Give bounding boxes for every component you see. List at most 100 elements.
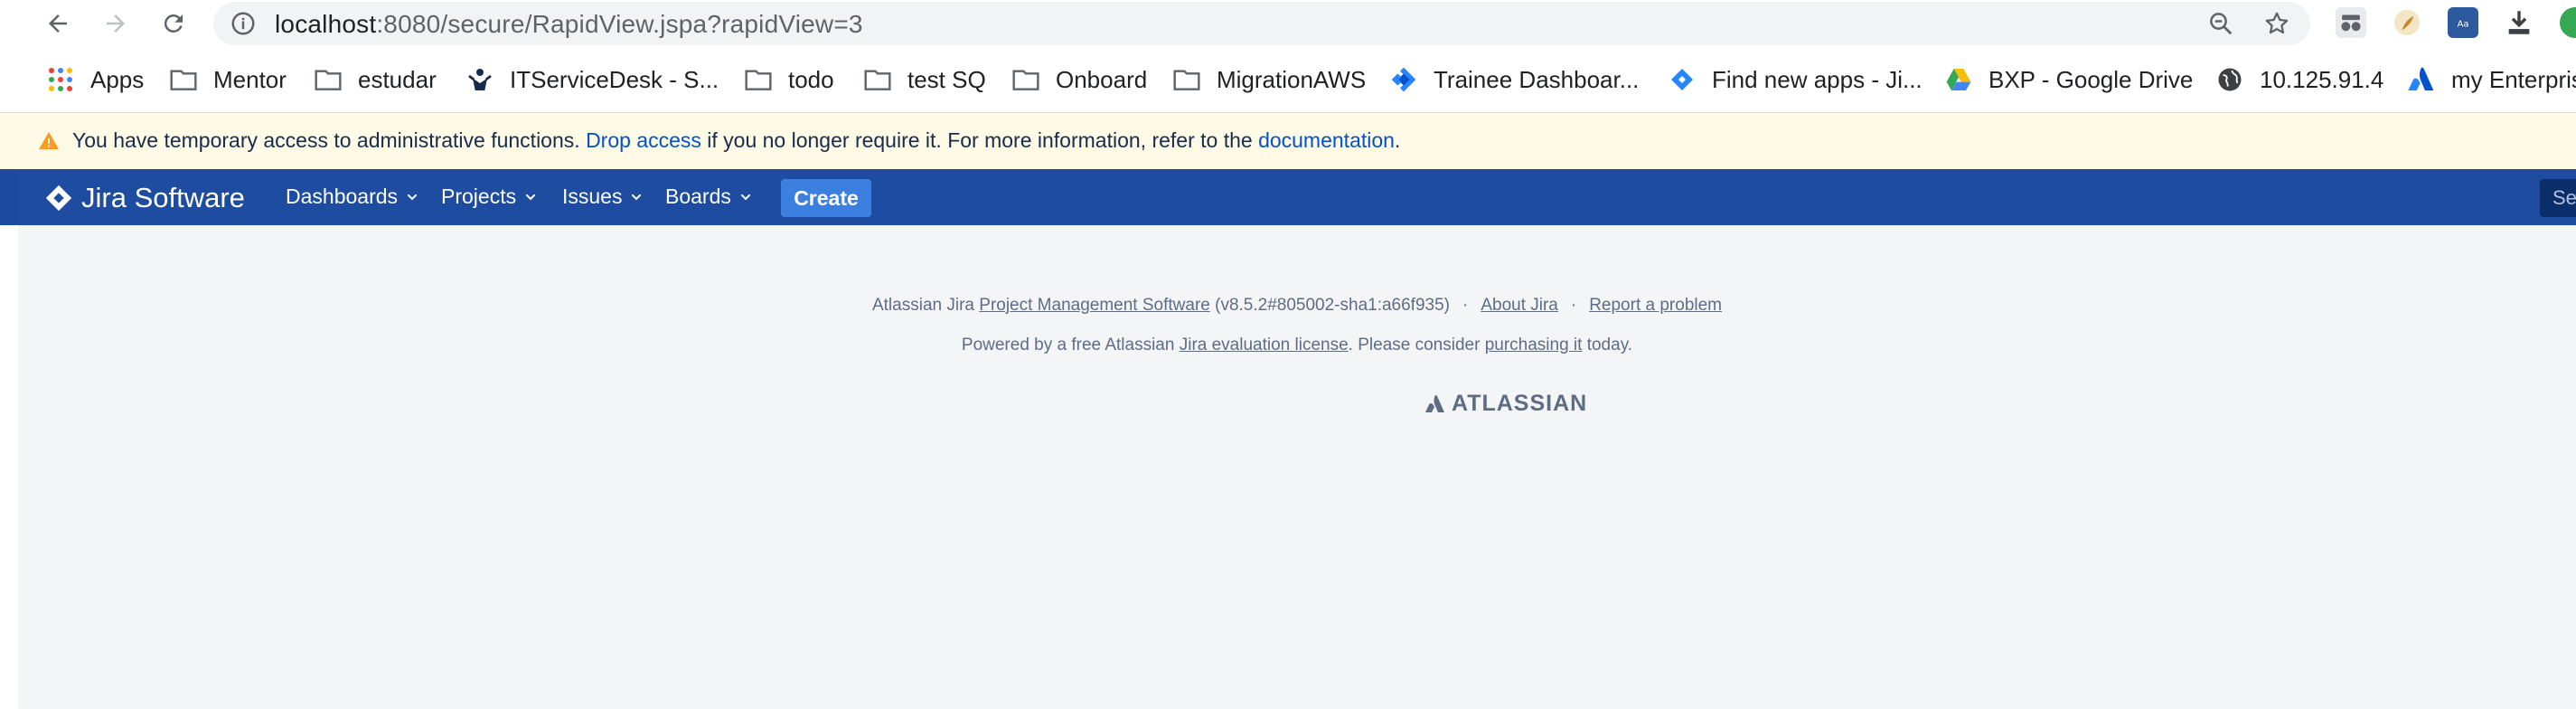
bookmark-estudar[interactable]: estudar <box>313 61 437 98</box>
logo-text: Jira Software <box>81 182 245 213</box>
folder-icon <box>1171 64 1202 95</box>
google-drive-icon <box>1943 64 1974 95</box>
info-icon[interactable] <box>230 10 257 37</box>
project-management-software-link[interactable]: Project Management Software <box>979 296 1210 315</box>
about-jira-link[interactable]: About Jira <box>1481 296 1558 315</box>
globe-icon <box>2214 64 2245 95</box>
menu-label: Dashboards <box>286 184 399 208</box>
footer-version-line: Atlassian Jira Project Management Softwa… <box>18 296 2576 316</box>
create-button[interactable]: Create <box>781 179 871 217</box>
footer-text: Atlassian Jira <box>871 296 980 315</box>
menu-projects[interactable]: Projects <box>441 184 538 209</box>
jira-icon <box>1388 64 1419 95</box>
bookmark-label: todo <box>788 65 834 93</box>
extension-feather-icon[interactable] <box>2392 7 2422 38</box>
folder-icon <box>1011 64 1041 95</box>
admin-access-banner: You have temporary access to administrat… <box>0 113 2576 169</box>
jira-header: Jira Software Dashboards Projects Issues… <box>18 169 2576 225</box>
banner-text: . <box>1394 128 1401 152</box>
reload-button[interactable] <box>155 5 192 42</box>
version-text: (v8.5.2#805002-sha1:a66f935) <box>1209 296 1450 315</box>
extension-incognito-icon[interactable] <box>2336 7 2366 38</box>
separator: · <box>1570 296 1577 315</box>
bookmark-bxp-google-drive[interactable]: BXP - Google Drive <box>1943 61 2193 98</box>
menu-boards[interactable]: Boards <box>665 184 753 209</box>
jira-diamond-icon <box>45 184 72 212</box>
bookmark-label: my Enterpris <box>2451 65 2576 93</box>
evaluation-license-link[interactable]: Jira evaluation license <box>1180 336 1349 354</box>
chevron-down-icon <box>740 194 751 200</box>
banner-text: You have temporary access to administrat… <box>72 128 587 152</box>
bookmark-trainee-dashboard[interactable]: Trainee Dashboar... <box>1388 61 1639 98</box>
bookmark-ip[interactable]: 10.125.91.4 <box>2214 61 2383 98</box>
apps-grid-icon <box>45 64 76 95</box>
extension-dictionary-icon[interactable]: Aa <box>2448 7 2478 38</box>
folder-icon <box>862 64 893 95</box>
footer-license-line: Powered by a free Atlassian Jira evaluat… <box>18 336 2576 355</box>
bookmark-label: Mentor <box>213 65 287 93</box>
forward-button[interactable] <box>98 5 134 42</box>
url-host: localhost <box>275 10 377 38</box>
bookmark-mentor[interactable]: Mentor <box>168 61 287 98</box>
folder-icon <box>743 64 774 95</box>
arrow-right-icon <box>107 14 125 33</box>
drop-access-link[interactable]: Drop access <box>586 128 701 152</box>
footer-text: today. <box>1582 336 1633 354</box>
warning-icon <box>39 132 59 149</box>
documentation-link[interactable]: documentation <box>1258 128 1395 152</box>
bookmark-onboard[interactable]: Onboard <box>1011 61 1147 98</box>
marketplace-icon <box>1667 64 1697 95</box>
menu-dashboards[interactable]: Dashboards <box>286 184 419 209</box>
banner-message: You have temporary access to administrat… <box>72 128 1400 153</box>
bookmark-test-sq[interactable]: test SQ <box>862 61 986 98</box>
menu-label: Projects <box>441 184 517 208</box>
arrow-left-icon <box>49 14 67 33</box>
bookmark-migrationaws[interactable]: MigrationAWS <box>1171 61 1366 98</box>
bookmark-label: Onboard <box>1056 65 1148 93</box>
svg-text:Aa: Aa <box>2458 19 2469 29</box>
atlassian-wordmark: ATLASSIAN <box>1452 391 1588 416</box>
bookmark-label: Trainee Dashboar... <box>1434 65 1640 93</box>
footer-text: . Please consider <box>1348 336 1485 354</box>
address-bar[interactable]: localhost:8080/secure/RapidView.jspa?rap… <box>213 2 2310 45</box>
left-edge-strip <box>0 169 19 709</box>
bookmark-label: Find new apps - Ji... <box>1712 65 1923 93</box>
bookmark-find-new-apps[interactable]: Find new apps - Ji... <box>1667 61 1923 98</box>
browser-toolbar: localhost:8080/secure/RapidView.jspa?rap… <box>0 0 2576 47</box>
folder-icon <box>313 64 343 95</box>
bookmark-label: estudar <box>358 65 437 93</box>
chevron-down-icon <box>407 194 418 200</box>
bookmark-label: 10.125.91.4 <box>2260 65 2384 93</box>
footer-text: Powered by a free Atlassian <box>961 336 1180 354</box>
extension-download-icon[interactable] <box>2504 7 2534 38</box>
bookmark-apps[interactable]: Apps <box>45 61 144 98</box>
bookmark-todo[interactable]: todo <box>743 61 834 98</box>
menu-label: Boards <box>665 184 731 208</box>
atlassian-logo[interactable]: ATLASSIAN <box>1424 391 1587 417</box>
chevron-down-icon <box>632 194 642 200</box>
bookmark-my-enterprise[interactable]: my Enterpris <box>2406 61 2576 98</box>
bookmark-label: ITServiceDesk - S... <box>510 65 719 93</box>
zoom-icon[interactable] <box>2207 10 2234 37</box>
reload-icon <box>164 14 183 33</box>
servicedesk-icon <box>465 64 495 95</box>
profile-avatar-icon[interactable] <box>2560 7 2576 38</box>
back-button[interactable] <box>40 5 76 42</box>
menu-label: Issues <box>562 184 623 208</box>
bookmark-itservicedesk[interactable]: ITServiceDesk - S... <box>465 61 719 98</box>
bookmark-label: MigrationAWS <box>1217 65 1367 93</box>
bookmark-label: BXP - Google Drive <box>1988 65 2194 93</box>
url-text[interactable]: localhost:8080/secure/RapidView.jspa?rap… <box>275 10 863 39</box>
chevron-down-icon <box>525 194 536 200</box>
folder-icon <box>168 64 199 95</box>
search-input[interactable]: Se <box>2540 179 2576 217</box>
page-footer: Atlassian Jira Project Management Softwa… <box>18 225 2576 709</box>
jira-logo[interactable]: Jira Software <box>43 182 245 214</box>
report-problem-link[interactable]: Report a problem <box>1589 296 1722 315</box>
separator: · <box>1462 296 1469 315</box>
bookmark-label: Apps <box>90 65 145 93</box>
atlassian-icon <box>2406 64 2437 95</box>
menu-issues[interactable]: Issues <box>562 184 644 209</box>
star-bookmark-icon[interactable] <box>2263 10 2290 37</box>
purchasing-link[interactable]: purchasing it <box>1485 336 1583 354</box>
